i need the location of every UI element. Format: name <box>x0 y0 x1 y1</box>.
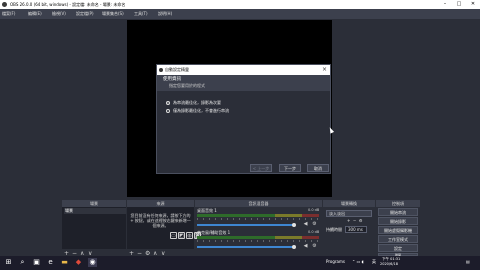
settings-button[interactable]: 設定 <box>378 244 418 252</box>
transitions-dock-header: 場景轉換 <box>323 200 375 207</box>
file-explorer-icon[interactable]: ▬ <box>60 258 69 267</box>
media-source-icon: ◍ <box>186 232 193 239</box>
remove-transition-icon[interactable]: − <box>353 218 356 223</box>
menu-view[interactable]: 檢視(V) <box>52 11 66 16</box>
volume-slider[interactable] <box>197 246 293 248</box>
scenes-dock-header: 場景 <box>62 200 126 207</box>
option-optimize-streaming[interactable]: 為串流最佳化，錄影為次要 <box>166 100 221 105</box>
option-label: 僅為錄影最佳化，不會進行串流 <box>173 108 229 113</box>
tray-icons[interactable]: ⌃ ▭ ◖ <box>352 259 364 264</box>
dialog-subheading: 指定您要用於的程式 <box>169 83 205 88</box>
mixer-channel-name: 桌面音效 1 <box>197 208 217 213</box>
edge-browser-icon[interactable]: e <box>46 258 55 267</box>
radio-unselected-icon[interactable] <box>166 108 170 113</box>
audio-level-meter <box>197 236 319 239</box>
dialog-title-bar: 自動設定精靈 × <box>157 65 330 75</box>
controls-dock-header: 控制項 <box>376 200 420 207</box>
minimize-button[interactable]: – <box>438 0 452 9</box>
dialog-title: 自動設定精靈 <box>165 67 189 72</box>
auto-config-wizard-dialog: 自動設定精靈 × 使用資訊 指定您要用於的程式 為串流最佳化，錄影為次要 僅為錄… <box>156 64 331 174</box>
image-source-icon: ◩ <box>178 232 185 239</box>
mixer-channel-name: 麥克風/輔助音效 1 <box>197 230 231 235</box>
studio-mode-button[interactable]: 工作室模式 <box>378 235 418 243</box>
menu-tools[interactable]: 工具(T) <box>134 11 148 16</box>
menu-bar: 檔案(F) 編輯(E) 檢視(V) 設定檔(P) 場景集合(S) 工具(T) 說… <box>0 9 480 19</box>
start-virtual-camera-button[interactable]: 開始虛擬攝影機 <box>378 226 418 234</box>
sources-empty-text: 您目前沒有任何來源，請按下方的 + 按鈕，或在這裡按右鍵來新增一個來源。 <box>130 213 191 228</box>
cancel-button[interactable]: 取消 <box>307 164 329 172</box>
gear-icon[interactable]: ⚙ <box>312 244 317 249</box>
transition-buttons: + − ⚙ <box>347 218 362 223</box>
radio-selected-icon[interactable] <box>166 100 170 105</box>
transition-select[interactable]: 淡入淡出 <box>326 210 372 217</box>
window-title: OBS 26.0.0 (64 bit, windows) - 設定檔: 未命名 … <box>10 2 126 7</box>
windows-taskbar: ⊞ ⌕ ▣ e ▬ ◆ ◉ Programs ⌃ ▭ ◖ 英 下午 01:31 … <box>0 256 480 270</box>
speaker-icon[interactable]: ◀ <box>303 244 308 249</box>
dialog-heading: 使用資訊 <box>163 77 181 82</box>
notification-icon[interactable]: ▤ <box>466 259 470 264</box>
obs-app-icon <box>159 68 163 72</box>
menu-file[interactable]: 檔案(F) <box>2 11 15 16</box>
add-transition-icon[interactable]: + <box>347 218 350 223</box>
duration-input[interactable]: 300 ms <box>345 226 367 233</box>
option-optimize-recording[interactable]: 僅為錄影最佳化，不會進行串流 <box>166 108 229 113</box>
volume-slider-handle[interactable] <box>292 222 296 227</box>
maximize-button[interactable]: □ <box>452 0 466 9</box>
start-recording-button[interactable]: 開始錄影 <box>378 217 418 225</box>
display-capture-icon: ▭ <box>170 232 177 239</box>
menu-edit[interactable]: 編輯(E) <box>28 11 42 16</box>
meter-ticks <box>197 218 319 220</box>
search-icon[interactable]: ⌕ <box>18 258 27 267</box>
mixer-channel-db: 0.0 dB <box>308 208 320 212</box>
audio-level-meter <box>197 214 319 217</box>
duration-label: 持續時間 <box>326 227 342 232</box>
meter-ticks <box>197 240 319 242</box>
start-streaming-button[interactable]: 開始串流 <box>378 208 418 216</box>
next-button[interactable]: 下一步 <box>279 164 301 172</box>
obs-taskbar-icon[interactable]: ◉ <box>88 258 97 267</box>
gear-icon[interactable]: ⚙ <box>312 222 317 227</box>
mixer-channel-db: 0.0 dB <box>308 230 320 234</box>
sources-dock-header: 來源 <box>127 200 194 207</box>
menu-scene-collection[interactable]: 場景集合(S) <box>102 11 124 16</box>
back-button[interactable]: < 上一步 <box>250 164 272 172</box>
store-icon[interactable]: ◆ <box>74 258 83 267</box>
scene-list-item[interactable]: 場景 <box>64 208 126 214</box>
transition-settings-icon[interactable]: ⚙ <box>359 218 363 223</box>
tray-programs-label[interactable]: Programs <box>326 259 345 264</box>
menu-profile[interactable]: 設定檔(P) <box>76 11 94 16</box>
mixer-dock-header: 音訊混音器 <box>195 200 322 207</box>
volume-slider-handle[interactable] <box>292 244 296 249</box>
dialog-header: 使用資訊 指定您要用於的程式 <box>157 75 330 91</box>
menu-help[interactable]: 說明(H) <box>158 11 172 16</box>
close-button[interactable]: ✕ <box>466 0 480 9</box>
ime-indicator[interactable]: 英 <box>372 259 376 264</box>
task-view-icon[interactable]: ▣ <box>32 258 41 267</box>
option-label: 為串流最佳化，錄影為次要 <box>173 100 221 105</box>
volume-slider[interactable] <box>197 224 293 226</box>
windows-start-icon[interactable]: ⊞ <box>4 258 13 267</box>
title-bar: OBS 26.0.0 (64 bit, windows) - 設定檔: 未命名 … <box>0 0 480 9</box>
clock-date[interactable]: 2020/6/18 <box>380 262 398 267</box>
speaker-icon[interactable]: ◀ <box>303 222 308 227</box>
obs-app-icon <box>2 2 7 7</box>
dialog-close-icon[interactable]: × <box>322 66 327 73</box>
